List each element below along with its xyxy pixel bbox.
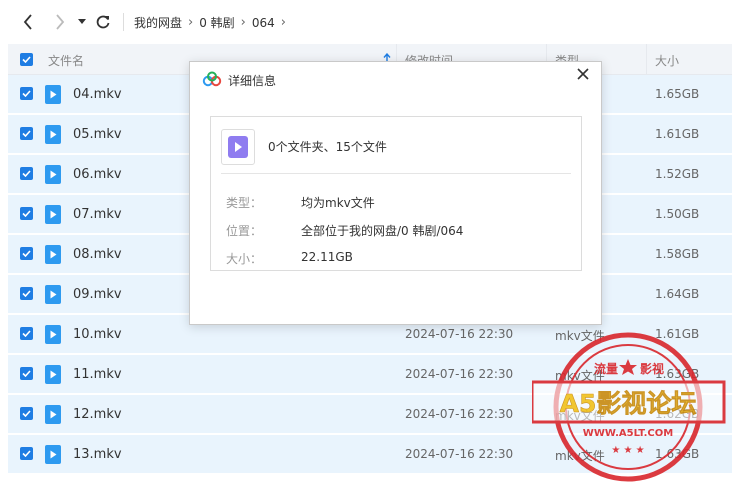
video-file-icon — [45, 405, 61, 424]
close-icon — [577, 68, 589, 80]
column-header-size[interactable]: 大小 — [655, 52, 679, 69]
video-file-icon — [45, 325, 61, 344]
video-file-icon — [45, 205, 61, 224]
video-file-icon — [221, 129, 255, 165]
row-checkbox[interactable] — [20, 447, 33, 460]
check-icon — [22, 330, 31, 337]
refresh-button[interactable] — [93, 10, 113, 34]
chevron-right-icon — [56, 14, 65, 30]
file-modified-date: 2024-07-16 22:30 — [405, 327, 514, 341]
check-icon — [22, 130, 31, 137]
video-file-icon — [45, 245, 61, 264]
file-modified-date: 2024-07-16 22:30 — [405, 447, 514, 461]
row-checkbox[interactable] — [20, 127, 33, 140]
file-name[interactable]: 13.mkv — [73, 447, 122, 462]
type-label: 类型： — [226, 196, 263, 210]
row-checkbox[interactable] — [20, 87, 33, 100]
file-size: 1.50GB — [655, 207, 700, 221]
row-checkbox[interactable] — [20, 327, 33, 340]
location-value: 全部位于我的网盘/0 韩剧/064 — [301, 224, 464, 238]
dialog-title: 详细信息 — [228, 74, 277, 88]
file-size: 1.65GB — [655, 87, 700, 101]
file-name[interactable]: 06.mkv — [73, 167, 122, 182]
file-name[interactable]: 10.mkv — [73, 327, 122, 342]
file-size: 1.52GB — [655, 167, 700, 181]
file-name[interactable]: 04.mkv — [73, 87, 122, 102]
file-modified-date: 2024-07-16 22:30 — [405, 367, 514, 381]
caret-down-icon — [78, 19, 86, 24]
stamp-url: WWW.A5LT.COM — [583, 428, 673, 439]
row-checkbox[interactable] — [20, 167, 33, 180]
breadcrumb-item-folder[interactable]: 0 韩剧 — [199, 14, 234, 31]
file-name[interactable]: 12.mkv — [73, 407, 122, 422]
row-checkbox[interactable] — [20, 247, 33, 260]
video-file-icon — [45, 165, 61, 184]
star-icon — [619, 359, 637, 375]
check-icon — [22, 250, 31, 257]
breadcrumb-item-root[interactable]: 我的网盘 — [134, 14, 182, 31]
location-label: 位置： — [226, 224, 263, 238]
watermark-stamp: 流量 影视 A5影视论坛 WWW.A5LT.COM ★ ★ ★ — [532, 332, 726, 482]
details-panel: 0个文件夹、15个文件 类型： 均为mkv文件 位置： 全部位于我的网盘/0 韩… — [210, 116, 582, 271]
chevron-left-icon — [23, 14, 32, 30]
video-file-icon — [45, 365, 61, 384]
file-modified-date: 2024-07-16 22:30 — [405, 407, 514, 421]
file-size: 1.64GB — [655, 287, 700, 301]
file-name[interactable]: 07.mkv — [73, 207, 122, 222]
file-size: 1.58GB — [655, 247, 700, 261]
size-label: 大小： — [226, 252, 263, 266]
file-name[interactable]: 05.mkv — [73, 127, 122, 142]
file-name[interactable]: 09.mkv — [73, 287, 122, 302]
check-icon — [22, 56, 31, 63]
type-value: 均为mkv文件 — [301, 196, 375, 210]
stamp-text-right: 影视 — [640, 361, 664, 376]
details-dialog: 详细信息 0个文件夹、15个文件 类型： 均为mkv文件 位置： 全部位于我的网… — [189, 61, 602, 325]
history-dropdown-button[interactable] — [75, 10, 89, 34]
file-name[interactable]: 11.mkv — [73, 367, 122, 382]
column-header-name[interactable]: 文件名 — [48, 52, 84, 69]
row-checkbox[interactable] — [20, 207, 33, 220]
cloud-logo-icon — [202, 71, 222, 87]
forward-button[interactable] — [50, 10, 70, 34]
divider — [221, 173, 571, 174]
close-button[interactable] — [573, 65, 593, 85]
check-icon — [22, 210, 31, 217]
video-file-icon — [45, 285, 61, 304]
video-file-icon — [45, 125, 61, 144]
video-file-icon — [45, 85, 61, 104]
check-icon — [22, 410, 31, 417]
check-icon — [22, 370, 31, 377]
video-file-icon — [45, 445, 61, 464]
file-size: 1.61GB — [655, 127, 700, 141]
size-value: 22.11GB — [301, 250, 353, 264]
selection-summary: 0个文件夹、15个文件 — [268, 140, 387, 154]
check-icon — [22, 90, 31, 97]
row-checkbox[interactable] — [20, 367, 33, 380]
column-divider[interactable] — [646, 44, 647, 74]
breadcrumb-separator-icon: › — [280, 15, 286, 30]
stamp-main-text: A5影视论坛 — [560, 389, 697, 418]
check-icon — [22, 450, 31, 457]
check-icon — [22, 170, 31, 177]
select-all-checkbox[interactable] — [20, 53, 33, 66]
breadcrumb-separator-icon: › — [240, 15, 246, 30]
breadcrumb-item-current[interactable]: 064 — [252, 16, 275, 30]
breadcrumb-separator-icon: › — [188, 15, 194, 30]
file-name[interactable]: 08.mkv — [73, 247, 122, 262]
stamp-text-left: 流量 — [594, 361, 618, 376]
nav-divider — [123, 13, 124, 31]
refresh-icon — [96, 15, 110, 29]
navigation-bar: 我的网盘 › 0 韩剧 › 064 › — [0, 0, 732, 44]
check-icon — [22, 290, 31, 297]
back-button[interactable] — [18, 10, 38, 34]
stamp-stars-decoration: ★ ★ ★ — [611, 445, 644, 456]
row-checkbox[interactable] — [20, 287, 33, 300]
breadcrumb: 我的网盘 › 0 韩剧 › 064 › — [134, 14, 286, 31]
row-checkbox[interactable] — [20, 407, 33, 420]
